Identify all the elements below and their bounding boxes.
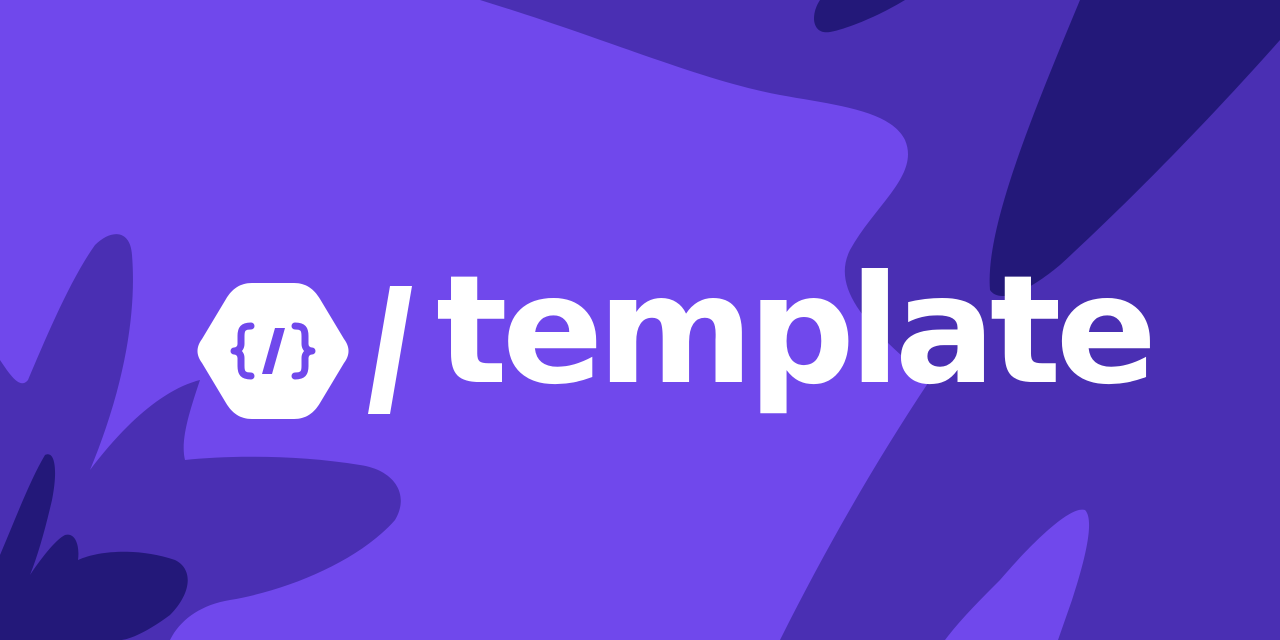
code-braces-hexagon-icon [197,283,349,419]
wordmark: template [436,244,1157,418]
slash-icon [368,286,412,414]
banner: template [0,0,1280,640]
